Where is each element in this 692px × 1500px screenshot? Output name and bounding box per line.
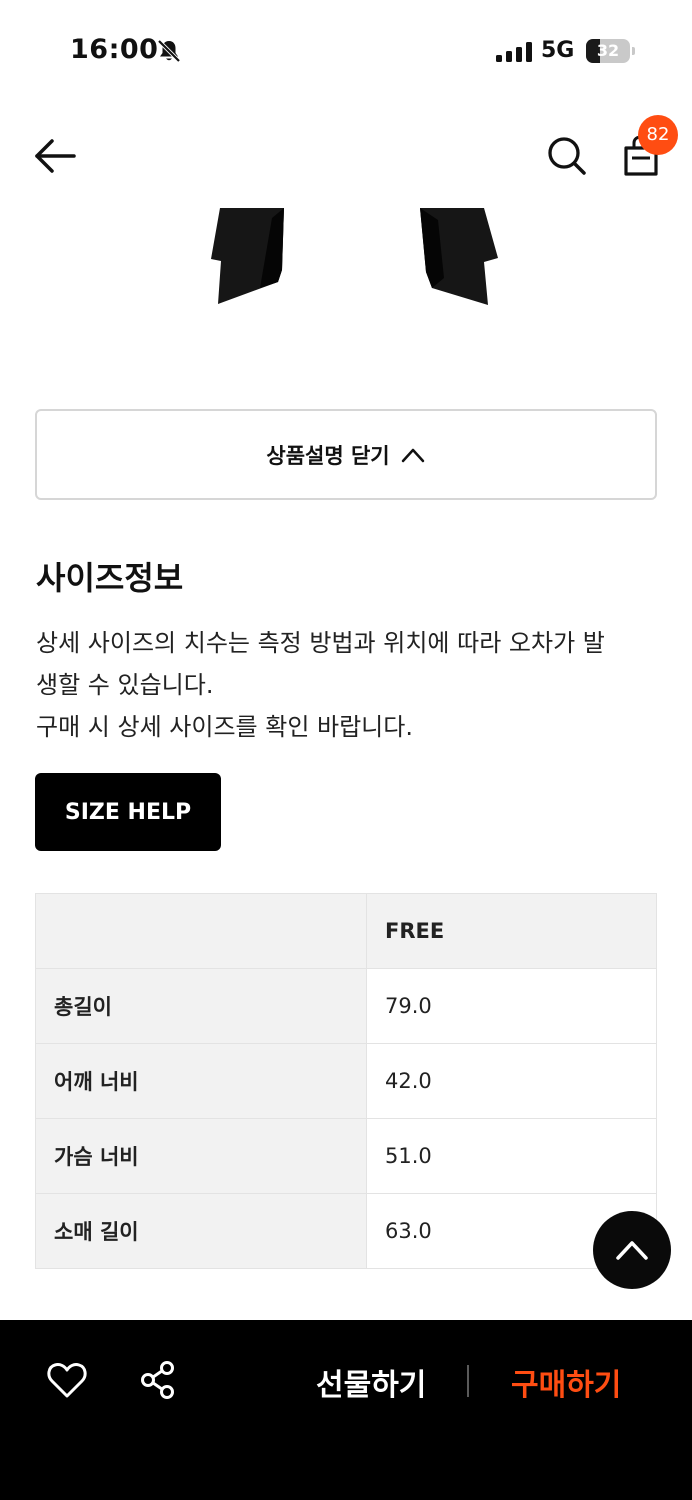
battery-icon: 32 [586,39,630,63]
network-type: 5G [541,38,575,63]
size-note-line: 구매 시 상세 사이즈를 확인 바랍니다. [36,713,413,741]
measurement-value: 42.0 [366,1043,657,1119]
size-info-title: 사이즈정보 [36,559,184,597]
divider [467,1365,469,1397]
chevron-up-icon [401,448,424,462]
size-help-button[interactable]: SIZE HELP [35,773,221,851]
table-header-empty [35,893,367,969]
search-icon[interactable] [546,135,588,177]
size-note-line: 생할 수 있습니다. [36,671,214,699]
measurement-value: 51.0 [366,1118,657,1194]
measurement-value: 79.0 [366,968,657,1044]
chevron-up-icon [616,1241,648,1260]
table-header-size: FREE [366,893,657,969]
measurement-label: 가슴 너비 [35,1118,367,1194]
measurement-label: 총길이 [35,968,367,1044]
size-note-line: 상세 사이즈의 치수는 측정 방법과 위치에 따라 오차가 발 [36,629,605,657]
table-row: 총길이 79.0 [35,968,657,1044]
gift-button[interactable]: 선물하기 [316,1360,426,1404]
table-row: 어깨 너비 42.0 [35,1043,657,1119]
heart-icon[interactable] [46,1360,88,1400]
status-time: 16:00 [70,34,159,65]
measurement-label: 소매 길이 [35,1193,367,1269]
close-description-label: 상품설명 닫기 [266,443,390,468]
product-image [211,208,498,305]
table-row: 가슴 너비 51.0 [35,1118,657,1194]
status-bar: 16:00 5G 32 [0,0,692,100]
bottom-action-bar: 선물하기 구매하기 [0,1320,692,1500]
table-header-row: FREE [35,893,657,969]
bell-off-icon [157,39,181,63]
back-arrow-icon[interactable] [32,136,78,176]
close-description-button[interactable]: 상품설명 닫기 [35,409,657,500]
battery-level: 32 [596,41,620,60]
measurement-label: 어깨 너비 [35,1043,367,1119]
cellular-signal-icon [496,42,532,62]
share-icon[interactable] [138,1360,178,1400]
size-table: FREE 총길이 79.0 어깨 너비 42.0 가슴 너비 51.0 소매 길… [35,893,657,1269]
table-row: 소매 길이 63.0 [35,1193,657,1269]
size-note: 상세 사이즈의 치수는 측정 방법과 위치에 따라 오차가 발 생할 수 있습니… [36,622,666,748]
cart-count-badge: 82 [638,115,678,155]
scroll-to-top-button[interactable] [593,1211,671,1289]
buy-button[interactable]: 구매하기 [511,1360,621,1404]
battery-cap [632,47,635,55]
